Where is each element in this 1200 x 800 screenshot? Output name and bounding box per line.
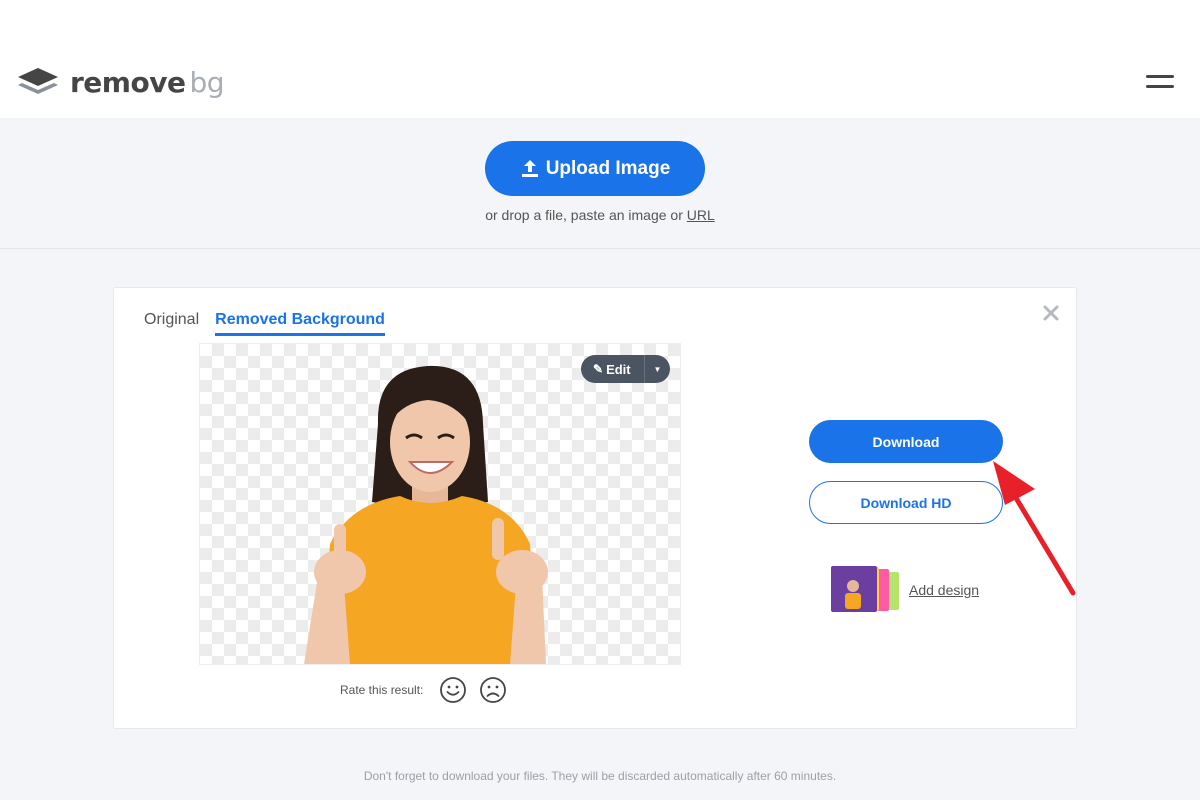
frown-icon[interactable]	[479, 676, 507, 704]
tab-removed-background[interactable]: Removed Background	[215, 311, 385, 336]
drop-hint: or drop a file, paste an image or URL	[0, 207, 1200, 223]
upload-image-button[interactable]: Upload Image	[485, 141, 705, 196]
cutout-person-image	[304, 365, 548, 664]
add-design-label: Add design	[909, 582, 980, 598]
result-card: Original Removed Background ✎ Edit ▼ Rat…	[113, 287, 1077, 729]
url-link[interactable]: URL	[687, 207, 715, 223]
drop-hint-text: or drop a file, paste an image or	[485, 207, 687, 223]
brand-wordmark: remove bg	[70, 66, 224, 99]
rating-row: Rate this result:	[340, 676, 507, 704]
smile-icon[interactable]	[439, 676, 467, 704]
close-icon[interactable]	[1042, 304, 1060, 322]
upload-image-label: Upload Image	[545, 157, 671, 179]
add-design-link[interactable]: Add design	[831, 566, 979, 614]
chevron-down-icon[interactable]: ▼	[644, 355, 670, 383]
result-preview[interactable]: ✎ Edit ▼	[200, 344, 680, 664]
site-header: remove bg	[0, 0, 1200, 118]
menu-line	[1146, 85, 1174, 88]
tab-original[interactable]: Original	[144, 311, 199, 336]
rate-label: Rate this result:	[340, 683, 424, 697]
brand-logo[interactable]: remove bg	[16, 64, 224, 100]
brush-icon: ✎	[593, 362, 604, 376]
brand-name-suffix: bg	[189, 65, 224, 99]
edit-button[interactable]: ✎ Edit ▼	[581, 355, 670, 383]
upload-section: Upload Image or drop a file, paste an im…	[0, 118, 1200, 249]
discard-notice: Don't forget to download your files. The…	[363, 769, 837, 783]
edit-label: Edit	[606, 361, 631, 377]
menu-line	[1146, 75, 1174, 78]
brand-name-main: remove	[70, 65, 186, 99]
layers-logo-icon	[18, 68, 58, 94]
upload-icon	[521, 159, 538, 177]
download-hd-button[interactable]: Download HD	[809, 481, 1003, 524]
download-button[interactable]: Download	[809, 420, 1003, 463]
design-templates-thumbnail	[831, 566, 899, 612]
hamburger-menu-icon[interactable]	[1146, 70, 1174, 94]
result-tabs: Original Removed Background	[144, 311, 385, 336]
